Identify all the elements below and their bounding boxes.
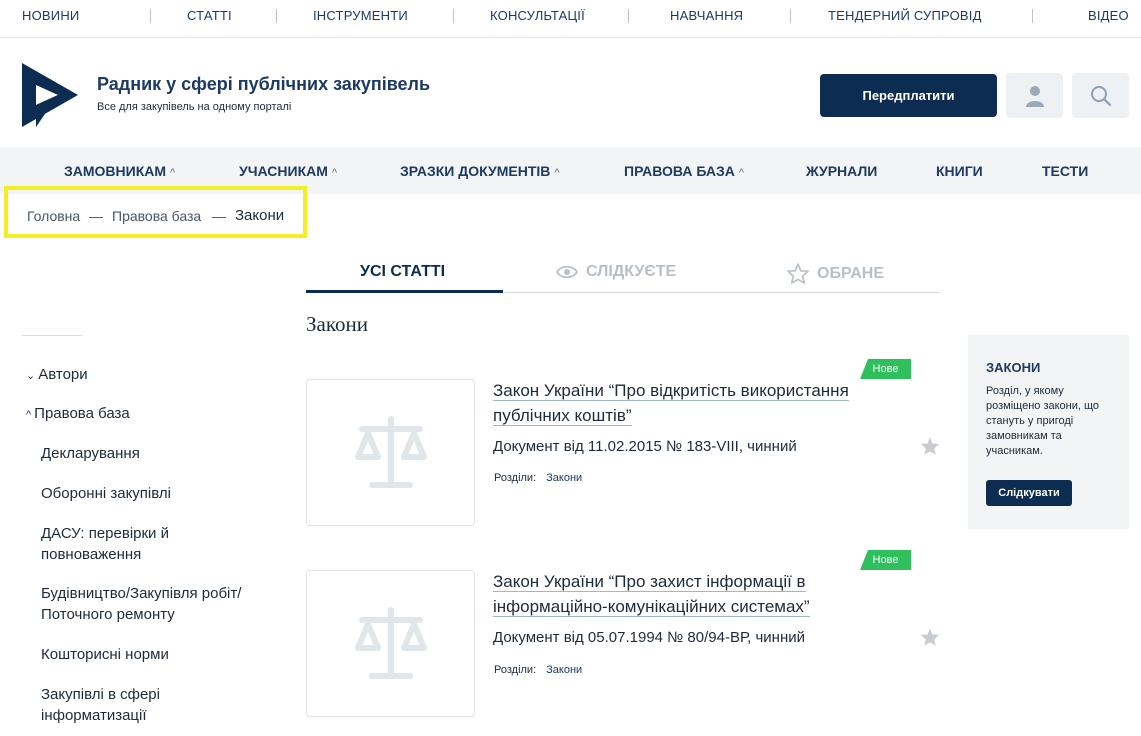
- top-nav-separator: [628, 9, 629, 23]
- section-info-title: ЗАКОНИ: [986, 360, 1041, 375]
- sidebar-section-label: Правова база: [34, 405, 130, 422]
- sidebar-item-dasu[interactable]: ДАСУ: перевірки й повноваження: [41, 523, 241, 565]
- new-badge: Нове: [860, 359, 911, 379]
- article-thumbnail[interactable]: [306, 379, 475, 526]
- top-nav-separator: [1032, 9, 1033, 23]
- section-info-text: Розділ, у якому розміщено закони, що ста…: [986, 385, 1100, 457]
- main-nav-journals[interactable]: ЖУРНАЛИ: [806, 163, 877, 179]
- main-nav-books[interactable]: КНИГИ: [936, 163, 983, 179]
- tab-favorites-label: ОБРАНЕ: [817, 264, 884, 282]
- article-sections: Розділи: Закони: [494, 472, 582, 484]
- top-nav-separator: [790, 9, 791, 23]
- star-outline-icon: [787, 263, 809, 284]
- favorite-star-icon[interactable]: [920, 436, 940, 456]
- tab-favorites[interactable]: ОБРАНЕ: [787, 263, 884, 284]
- top-nav: НОВИНИ СТАТТІ ІНСТРУМЕНТИ КОНСУЛЬТАЦІЇ Н…: [0, 0, 1141, 38]
- favorite-star-icon[interactable]: [920, 627, 940, 647]
- top-nav-training[interactable]: НАВЧАННЯ: [670, 8, 743, 23]
- main-nav-label: ЗАМОВНИКАМ: [64, 163, 167, 179]
- article-section-link[interactable]: Закони: [546, 472, 582, 484]
- article-title-link[interactable]: Закон України “Про відкритість використа…: [493, 378, 913, 428]
- user-button[interactable]: [1006, 73, 1063, 118]
- breadcrumb-separator: —: [89, 208, 103, 224]
- chevron-up-icon: ^: [170, 167, 176, 179]
- chevron-up-icon: ^: [554, 167, 560, 179]
- article-title-link[interactable]: Закон України “Про захист інформації в і…: [493, 569, 913, 619]
- sidebar-item-defense-procurement[interactable]: Оборонні закупівлі: [41, 483, 281, 504]
- main-nav-customers[interactable]: ЗАМОВНИКАМ ^: [64, 163, 175, 179]
- chevron-up-icon: ^: [331, 167, 338, 179]
- active-tab-indicator: [306, 290, 503, 293]
- top-nav-articles[interactable]: СТАТТІ: [187, 8, 232, 23]
- top-nav-news[interactable]: НОВИНИ: [22, 8, 79, 23]
- article-sections-label: Розділи:: [494, 664, 537, 676]
- sidebar-section-legal-base[interactable]: ^ Правова база: [26, 403, 130, 426]
- top-nav-separator: [276, 9, 277, 23]
- search-icon: [1090, 85, 1111, 106]
- main-nav-legal-base[interactable]: ПРАВОВА БАЗА ^: [624, 163, 744, 179]
- article-document-info: Документ від 11.02.2015 № 183-VIII, чинн…: [493, 438, 797, 455]
- top-nav-tools[interactable]: ІНСТРУМЕНТИ: [313, 8, 408, 23]
- article-title-text: Закон України “Про захист інформації в і…: [493, 572, 810, 617]
- top-nav-tender-support[interactable]: ТЕНДЕРНИЙ СУПРОВІД: [828, 8, 982, 23]
- article-title-text: Закон України “Про відкритість використа…: [493, 381, 849, 426]
- main-nav-participants[interactable]: УЧАСНИКАМ ^: [239, 163, 337, 179]
- sidebar-item-declaring[interactable]: Декларування: [41, 443, 281, 464]
- sidebar-item-construction[interactable]: Будівництво/Закупівля робіт/ Поточного р…: [41, 583, 281, 625]
- scales-icon: [354, 606, 427, 679]
- subscribe-button[interactable]: Передплатити: [820, 74, 997, 117]
- sidebar-section-label: Автори: [38, 366, 88, 383]
- top-nav-separator: [150, 9, 151, 23]
- main-nav-tests[interactable]: ТЕСТИ: [1042, 163, 1088, 179]
- scales-icon: [354, 415, 427, 488]
- main-nav-label: УЧАСНИКАМ: [239, 163, 328, 179]
- top-nav-separator: [453, 9, 454, 23]
- sidebar-divider: [22, 335, 82, 336]
- breadcrumb-legal-base[interactable]: Правова база: [112, 208, 201, 224]
- follow-button[interactable]: Слідкувати: [986, 480, 1072, 506]
- breadcrumb-home[interactable]: Головна: [27, 208, 80, 224]
- chevron-up-icon: ^: [738, 167, 745, 179]
- article-section-link[interactable]: Закони: [546, 664, 582, 676]
- article-thumbnail[interactable]: [306, 570, 475, 717]
- section-info-panel: ЗАКОНИ Розділ, у якому розміщено закони,…: [968, 335, 1129, 529]
- sidebar-item-estimate-norms[interactable]: Кошторисні норми: [41, 644, 281, 665]
- article-document-info: Документ від 05.07.1994 № 80/94-ВР, чинн…: [493, 629, 805, 646]
- sidebar-item-informatization[interactable]: Закупівлі в сфері інформатизації: [41, 684, 241, 726]
- main-nav-label: ЗРАЗКИ ДОКУМЕНТІВ: [400, 163, 551, 179]
- site-title[interactable]: Радник у сфері публічних закупівель: [97, 74, 430, 95]
- top-nav-video[interactable]: ВІДЕО: [1088, 8, 1129, 23]
- tab-following-label: СЛІДКУЄТЕ: [586, 263, 677, 280]
- search-button[interactable]: [1072, 73, 1129, 118]
- article-tabs: УСІ СТАТТІ СЛІДКУЄТЕ ОБРАНЕ: [306, 253, 940, 293]
- main-nav-document-samples[interactable]: ЗРАЗКИ ДОКУМЕНТІВ ^: [400, 163, 560, 179]
- breadcrumb: Головна — Правова база — Закони: [4, 186, 307, 238]
- user-icon: [1025, 85, 1044, 107]
- site-subtitle: Все для закупівель на одному порталі: [97, 101, 292, 113]
- main-nav-label: ПРАВОВА БАЗА: [624, 163, 735, 179]
- sidebar-section-authors[interactable]: ⌄ Автори: [26, 364, 88, 387]
- breadcrumb-separator: —: [212, 208, 226, 224]
- article-sections-label: Розділи:: [494, 472, 537, 484]
- breadcrumb-current: Закони: [235, 207, 285, 224]
- new-badge: Нове: [860, 550, 911, 570]
- site-logo[interactable]: [22, 63, 78, 127]
- chevron-up-icon: ^: [26, 409, 32, 421]
- page-title: Закони: [306, 312, 368, 336]
- chevron-down-icon: ⌄: [26, 370, 36, 382]
- tab-all-articles[interactable]: УСІ СТАТТІ: [360, 263, 445, 281]
- tab-following[interactable]: СЛІДКУЄТЕ: [556, 263, 676, 281]
- eye-icon: [556, 265, 578, 279]
- article-sections: Розділи: Закони: [494, 664, 582, 676]
- top-nav-consultations[interactable]: КОНСУЛЬТАЦІЇ: [490, 8, 585, 23]
